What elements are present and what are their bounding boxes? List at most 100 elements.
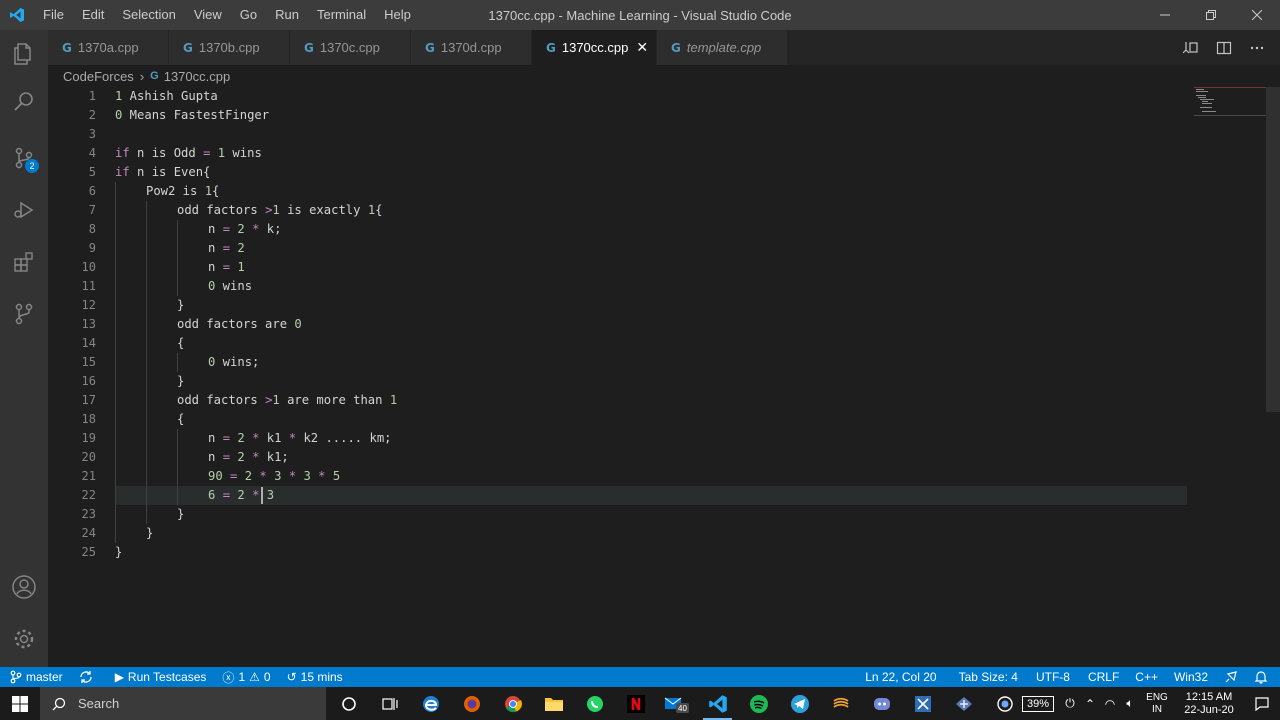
time-tracker[interactable]: ↺ 15 mins xyxy=(279,667,351,687)
problems-status[interactable]: ⓧ 1 ⚠ 0 xyxy=(214,667,278,687)
clock[interactable]: 12:15 AM 22-Jun-20 xyxy=(1174,691,1244,717)
netflix-icon[interactable] xyxy=(615,687,656,720)
menu-help[interactable]: Help xyxy=(375,0,420,30)
remote-explorer-icon[interactable] xyxy=(0,290,48,338)
encoding[interactable]: UTF-8 xyxy=(1026,667,1080,687)
code-line[interactable]: n = 1 xyxy=(208,258,245,277)
run-debug-icon[interactable] xyxy=(0,186,48,234)
close-tab-icon[interactable]: ✕ xyxy=(636,39,648,56)
code-line[interactable]: Pow2 is 1{ xyxy=(146,182,219,201)
input-language[interactable]: ENG IN xyxy=(1140,692,1174,716)
mail-icon[interactable]: 40 xyxy=(656,687,697,720)
code-line[interactable]: n = 2 * k1 * k2 ..... km; xyxy=(208,429,392,448)
language-mode[interactable]: C++ xyxy=(1127,667,1166,687)
discord-icon[interactable] xyxy=(861,687,902,720)
code-line[interactable]: 0 wins xyxy=(208,277,252,296)
code-line[interactable]: } xyxy=(177,372,184,391)
app-icon-orange[interactable] xyxy=(820,687,861,720)
menu-edit[interactable]: Edit xyxy=(73,0,113,30)
extensions-icon[interactable] xyxy=(0,238,48,286)
tab-1370a[interactable]: G 1370a.cpp xyxy=(48,30,169,65)
task-view-icon[interactable] xyxy=(369,687,410,720)
menu-view[interactable]: View xyxy=(185,0,231,30)
code-line[interactable]: 1 Ashish Gupta xyxy=(115,87,218,106)
menu-file[interactable]: File xyxy=(34,0,73,30)
code-line[interactable]: n = 2 xyxy=(208,239,245,258)
tab-size[interactable]: Tab Size: 4 xyxy=(951,667,1026,687)
code-line[interactable]: n = 2 * k; xyxy=(208,220,281,239)
breadcrumb-folder[interactable]: CodeForces xyxy=(63,69,134,84)
code-line[interactable]: 0 wins; xyxy=(208,353,259,372)
snipping-tool-icon[interactable] xyxy=(902,687,943,720)
minimize-button[interactable] xyxy=(1142,0,1188,30)
tab-template[interactable]: G template.cpp xyxy=(657,30,788,65)
chevron-up-icon[interactable]: ⌃ xyxy=(1080,697,1100,711)
firefox-icon[interactable] xyxy=(451,687,492,720)
wifi-icon[interactable]: ◠ xyxy=(1100,697,1120,711)
more-actions-icon[interactable] xyxy=(1245,36,1268,59)
action-center-icon[interactable] xyxy=(1244,696,1280,712)
code-line[interactable]: odd factors >1 is exactly 1{ xyxy=(177,201,383,220)
code-line[interactable]: } xyxy=(146,524,153,543)
breadcrumb-file[interactable]: 1370cc.cpp xyxy=(164,69,231,84)
vscode-taskbar-icon[interactable] xyxy=(697,687,738,720)
code-line[interactable]: if n is Odd = 1 wins xyxy=(115,144,262,163)
sync-icon[interactable] xyxy=(71,667,101,687)
tab-1370cc[interactable]: G 1370cc.cpp ✕ xyxy=(532,30,657,65)
cortana-icon[interactable] xyxy=(328,687,369,720)
code-token: = xyxy=(222,431,231,445)
menu-run[interactable]: Run xyxy=(266,0,308,30)
record-icon[interactable] xyxy=(984,687,1025,720)
code-line[interactable]: 90 = 2 * 3 * 3 * 5 xyxy=(208,467,340,486)
branch-status[interactable]: master xyxy=(0,667,71,687)
menu-selection[interactable]: Selection xyxy=(113,0,184,30)
source-control-icon[interactable]: 2 xyxy=(0,134,48,182)
chrome-icon[interactable] xyxy=(492,687,533,720)
split-editor-icon[interactable] xyxy=(1212,36,1235,59)
code-line[interactable]: odd factors are 0 xyxy=(177,315,302,334)
edge-icon[interactable] xyxy=(410,687,451,720)
menu-terminal[interactable]: Terminal xyxy=(308,0,375,30)
open-changes-icon[interactable] xyxy=(1179,36,1202,59)
cursor-position[interactable]: Ln 22, Col 20 xyxy=(857,667,950,687)
code-line[interactable]: { xyxy=(177,334,184,353)
windows-start-icon[interactable] xyxy=(0,687,40,720)
restore-button[interactable] xyxy=(1188,0,1234,30)
region-code: IN xyxy=(1152,703,1162,715)
settings-gear-icon[interactable] xyxy=(0,615,48,663)
tab-1370b[interactable]: G 1370b.cpp xyxy=(169,30,290,65)
code-line[interactable]: 0 Means FastestFinger xyxy=(115,106,269,125)
telegram-icon[interactable] xyxy=(779,687,820,720)
code-line[interactable]: 6 = 2 * 3 xyxy=(208,486,274,505)
vertical-scrollbar[interactable] xyxy=(1266,87,1280,412)
account-icon[interactable] xyxy=(0,563,48,611)
code-line[interactable]: if n is Even{ xyxy=(115,163,210,182)
network-tool-icon[interactable] xyxy=(943,687,984,720)
menu-go[interactable]: Go xyxy=(231,0,266,30)
tab-1370c[interactable]: G 1370c.cpp xyxy=(290,30,411,65)
explorer-icon[interactable] xyxy=(0,30,48,78)
code-line[interactable]: } xyxy=(177,296,184,315)
minimap[interactable] xyxy=(1194,87,1266,117)
power-plug-icon[interactable]: ⏻ xyxy=(1060,696,1080,711)
code-line[interactable]: { xyxy=(177,410,184,429)
run-testcases-button[interactable]: ▶ Run Testcases xyxy=(101,667,215,687)
notifications-bell-icon[interactable] xyxy=(1246,667,1280,687)
close-window-button[interactable] xyxy=(1234,0,1280,30)
taskbar-search-box[interactable]: Search xyxy=(40,687,326,720)
file-explorer-icon[interactable] xyxy=(533,687,574,720)
code-line[interactable]: odd factors >1 are more than 1 xyxy=(177,391,397,410)
search-icon[interactable] xyxy=(0,78,48,126)
end-of-line[interactable]: CRLF xyxy=(1080,667,1127,687)
battery-indicator[interactable]: 39% xyxy=(1021,695,1054,712)
whatsapp-icon[interactable] xyxy=(574,687,615,720)
code-line[interactable]: n = 2 * k1; xyxy=(208,448,289,467)
volume-icon[interactable]: 🔈︎ xyxy=(1120,696,1140,711)
code-line[interactable]: } xyxy=(177,505,184,524)
spotify-icon[interactable] xyxy=(738,687,779,720)
platform[interactable]: Win32 xyxy=(1166,667,1216,687)
feedback-icon[interactable] xyxy=(1216,667,1246,687)
tab-1370d[interactable]: G 1370d.cpp xyxy=(411,30,532,65)
code-line[interactable]: } xyxy=(115,543,122,562)
code-editor[interactable]: 1 2 3 4 5 6 7 8 9 10 11 12 13 14 15 16 17 18 19 20 21 22 23 24 2… xyxy=(48,87,1280,667)
